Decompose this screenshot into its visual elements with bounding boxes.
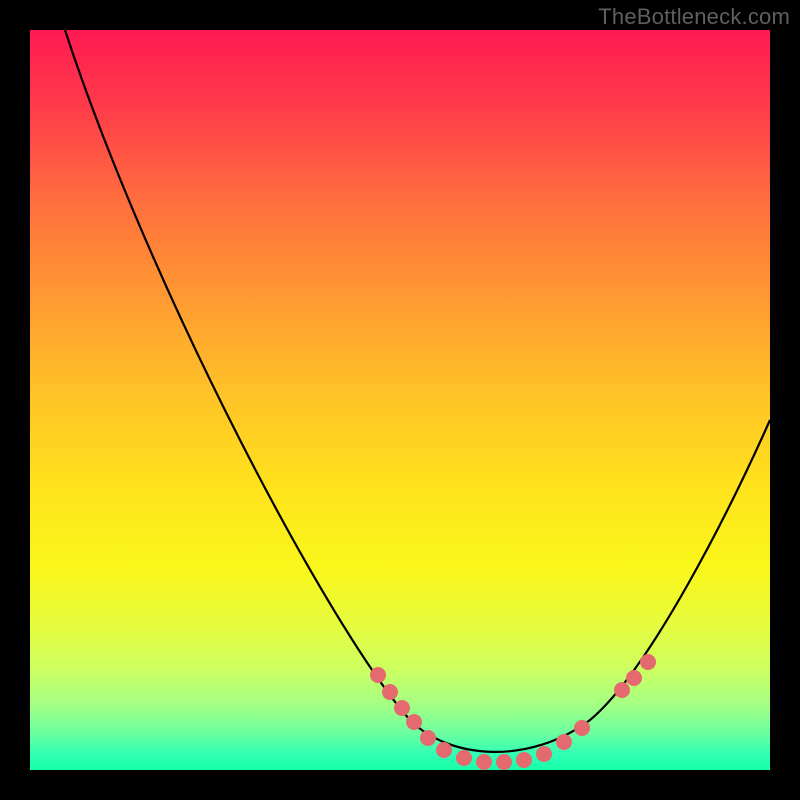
data-point-marker	[456, 750, 472, 766]
data-point-marker	[574, 720, 590, 736]
plot-area	[30, 30, 770, 770]
data-point-marker	[382, 684, 398, 700]
data-point-marker	[614, 682, 630, 698]
data-point-marker	[516, 752, 532, 768]
data-point-marker	[436, 742, 452, 758]
chart-svg	[30, 30, 770, 770]
data-point-marker	[536, 746, 552, 762]
data-point-marker	[640, 654, 656, 670]
data-point-marker	[496, 754, 512, 770]
markers-group	[370, 654, 656, 770]
main-curve	[65, 30, 770, 752]
data-point-marker	[420, 730, 436, 746]
data-point-marker	[626, 670, 642, 686]
data-point-marker	[556, 734, 572, 750]
data-point-marker	[394, 700, 410, 716]
data-point-marker	[370, 667, 386, 683]
chart-container: TheBottleneck.com	[0, 0, 800, 800]
data-point-marker	[406, 714, 422, 730]
data-point-marker	[476, 754, 492, 770]
watermark-text: TheBottleneck.com	[598, 4, 790, 30]
